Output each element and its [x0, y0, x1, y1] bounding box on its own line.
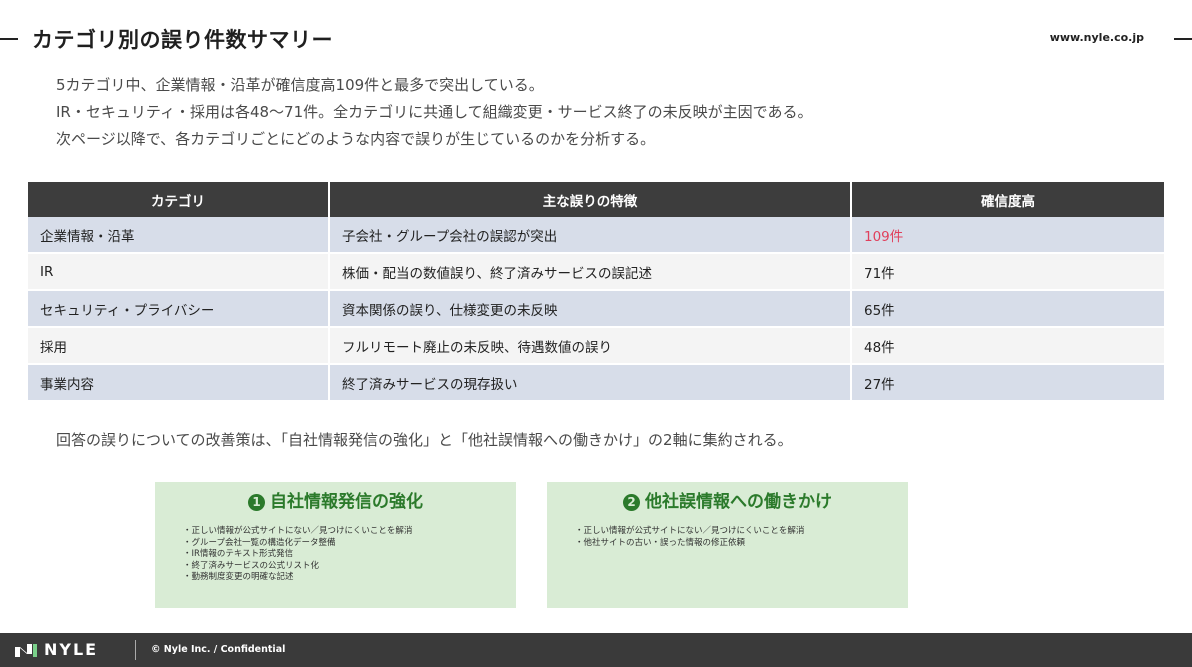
- table-row: 採用 フルリモート廃止の未反映、待遇数値の誤り 48件: [28, 327, 1164, 365]
- cell-count: 65件: [851, 290, 1164, 328]
- cell-category: セキュリティ・プライバシー: [28, 290, 330, 328]
- footer-divider: [135, 640, 136, 660]
- cell-category: 採用: [28, 327, 330, 365]
- nyle-logo-text: NYLE: [44, 640, 99, 659]
- cell-category: IR: [28, 253, 330, 291]
- list-item: グループ会社一覧の構造化データ整備: [183, 538, 516, 550]
- cell-count: 71件: [851, 253, 1164, 291]
- table-row: IR 株価・配当の数値誤り、終了済みサービスの誤記述 71件: [28, 253, 1164, 291]
- site-url[interactable]: www.nyle.co.jp: [1050, 31, 1144, 44]
- conclusion-text: 回答の誤りについての改善策は、「自社情報発信の強化」と「他社誤情報への働きかけ」…: [56, 431, 793, 449]
- box-title: 2 他社誤情報への働きかけ: [547, 487, 908, 512]
- box-item-list: 正しい情報が公式サイトにない／見つけにくいことを解消 他社サイトの古い・誤った情…: [575, 526, 908, 549]
- cell-feature: 株価・配当の数値誤り、終了済みサービスの誤記述: [329, 253, 852, 291]
- cell-category: 企業情報・沿革: [28, 217, 330, 254]
- cell-category: 事業内容: [28, 364, 330, 402]
- table-row: 企業情報・沿革 子会社・グループ会社の誤認が突出 109件: [28, 217, 1164, 254]
- table-header-row: カテゴリ 主な誤りの特徴 確信度高: [28, 182, 1164, 217]
- cell-feature: フルリモート廃止の未反映、待遇数値の誤り: [329, 327, 852, 365]
- improvement-box-other-info: 2 他社誤情報への働きかけ 正しい情報が公式サイトにない／見つけにくいことを解消 …: [547, 482, 908, 608]
- box-title-text: 他社誤情報への働きかけ: [645, 492, 832, 512]
- header-confidence: 確信度高: [851, 182, 1164, 217]
- list-item: 終了済みサービスの公式リスト化: [183, 561, 516, 573]
- table-row: 事業内容 終了済みサービスの現存扱い 27件: [28, 364, 1164, 402]
- copyright-text: © Nyle Inc. / Confidential: [151, 644, 286, 655]
- cell-count: 48件: [851, 327, 1164, 365]
- intro-line: 5カテゴリ中、企業情報・沿革が確信度高109件と最多で突出している。: [56, 76, 544, 94]
- title-dash-right: [1174, 38, 1192, 40]
- header-category: カテゴリ: [28, 182, 330, 217]
- nyle-logo-icon: [15, 644, 37, 657]
- list-item: 正しい情報が公式サイトにない／見つけにくいことを解消: [183, 526, 516, 538]
- title-dash-left: [0, 38, 18, 40]
- cell-feature: 資本関係の誤り、仕様変更の未反映: [329, 290, 852, 328]
- cell-count: 109件: [851, 217, 1164, 254]
- intro-line: IR・セキュリティ・採用は各48〜71件。全カテゴリに共通して組織変更・サービス…: [56, 103, 813, 121]
- intro-line: 次ページ以降で、各カテゴリごとにどのような内容で誤りが生じているのかを分析する。: [56, 130, 656, 148]
- header-feature: 主な誤りの特徴: [329, 182, 852, 217]
- cell-count: 27件: [851, 364, 1164, 402]
- box-item-list: 正しい情報が公式サイトにない／見つけにくいことを解消 グループ会社一覧の構造化デ…: [183, 526, 516, 584]
- list-item: 他社サイトの古い・誤った情報の修正依頼: [575, 538, 908, 550]
- slide-title: カテゴリ別の誤り件数サマリー: [32, 28, 333, 52]
- intro-text: 5カテゴリ中、企業情報・沿革が確信度高109件と最多で突出している。 IR・セキ…: [56, 72, 813, 153]
- improvement-box-own-info: 1 自社情報発信の強化 正しい情報が公式サイトにない／見つけにくいことを解消 グル…: [155, 482, 516, 608]
- cell-feature: 終了済みサービスの現存扱い: [329, 364, 852, 402]
- number-badge-icon: 1: [248, 494, 265, 511]
- summary-table: カテゴリ 主な誤りの特徴 確信度高 企業情報・沿革 子会社・グループ会社の誤認が…: [28, 182, 1164, 402]
- list-item: IR情報のテキスト形式発信: [183, 549, 516, 561]
- footer-bar: NYLE © Nyle Inc. / Confidential: [0, 633, 1192, 667]
- box-title-text: 自社情報発信の強化: [270, 492, 423, 512]
- box-title: 1 自社情報発信の強化: [155, 487, 516, 512]
- cell-feature: 子会社・グループ会社の誤認が突出: [329, 217, 852, 254]
- number-badge-icon: 2: [623, 494, 640, 511]
- table-row: セキュリティ・プライバシー 資本関係の誤り、仕様変更の未反映 65件: [28, 290, 1164, 328]
- list-item: 正しい情報が公式サイトにない／見つけにくいことを解消: [575, 526, 908, 538]
- list-item: 勤務制度変更の明確な記述: [183, 572, 516, 584]
- slide-header: カテゴリ別の誤り件数サマリー www.nyle.co.jp: [0, 22, 1192, 56]
